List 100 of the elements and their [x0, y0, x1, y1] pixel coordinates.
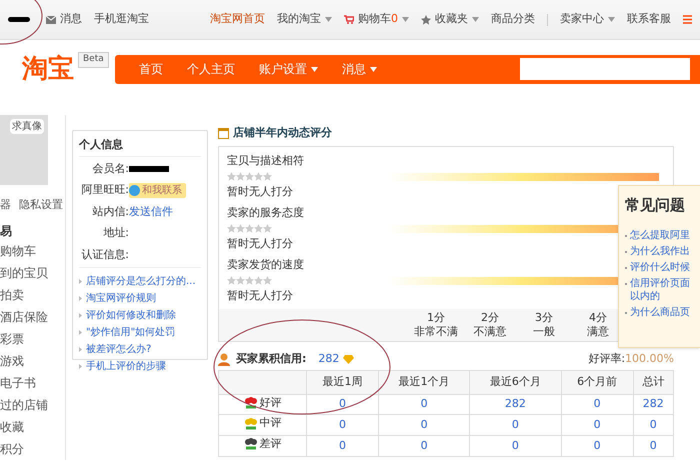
scale-meaning: 不满意: [474, 324, 506, 338]
mail-icon: [46, 16, 56, 24]
top-nav-link[interactable]: 消息: [46, 11, 82, 28]
rate-value: 100.00%: [625, 351, 674, 368]
sidebar-link[interactable]: 器: [0, 197, 11, 214]
bullet-icon: [79, 279, 82, 284]
sidebar-item[interactable]: 电子书: [0, 372, 65, 394]
top-nav-link[interactable]: 联系客服: [627, 11, 671, 28]
field-label: 阿里旺旺:: [80, 182, 129, 198]
star-icon: [254, 276, 263, 285]
credit-label: 买家累积信用:: [236, 351, 306, 368]
caret-icon: [472, 17, 479, 22]
star-icon: [245, 224, 254, 233]
rating-label: 卖家发货的速度: [227, 256, 305, 272]
faq-link[interactable]: 评价什么时候: [630, 260, 690, 274]
rating-status: 暂时无人打分: [227, 288, 294, 304]
diamond-icon: [343, 355, 354, 364]
panel-title: 个人信息: [79, 137, 201, 156]
row-label-cell: 差评: [218, 436, 306, 456]
top-nav-link[interactable]: 卖家中心: [560, 11, 615, 28]
table-cell: 0: [378, 394, 470, 415]
logo-text: 淘宝: [22, 56, 74, 82]
person-icon: [218, 353, 230, 366]
sidebar-item[interactable]: 拍卖: [0, 284, 65, 306]
rating-label: 宝贝与描述相符: [227, 152, 305, 168]
star-icon: [227, 172, 236, 181]
send-mail-link[interactable]: 发送信件: [129, 204, 173, 220]
field-label: 地址:: [102, 225, 129, 241]
faq-link[interactable]: 为什么我作出: [630, 244, 690, 258]
flower-icon: [244, 396, 258, 409]
star-icon: [245, 276, 254, 285]
row-label-cell: 好评: [218, 394, 306, 415]
redaction-mark: [8, 17, 30, 22]
chat-button[interactable]: 和我联系: [129, 182, 186, 198]
table-cell: 0: [561, 394, 634, 415]
help-link[interactable]: 被差评怎么办?: [79, 342, 201, 357]
caret-icon: [402, 17, 409, 22]
table-cell: 0: [306, 394, 378, 415]
star-icon: [254, 224, 263, 233]
table-cell: 282: [470, 394, 562, 415]
top-nav-link[interactable]: 商品分类: [491, 11, 535, 28]
help-link[interactable]: 淘宝网评价规则: [79, 291, 201, 306]
field-label: 会员名:: [91, 160, 129, 176]
top-nav-link[interactable]: 我的淘宝: [277, 11, 332, 28]
faq-link[interactable]: 怎么提取阿里: [630, 228, 690, 242]
column-header: 最近1周: [306, 370, 378, 394]
top-nav-link[interactable]: 手机逛淘宝: [94, 11, 149, 28]
star-icon: [254, 172, 263, 181]
scale-score: 1分: [427, 310, 445, 324]
bullet-icon: [79, 364, 82, 369]
column-header: 总计: [633, 370, 674, 394]
help-link[interactable]: 手机上评价的步骤: [79, 359, 201, 374]
sidebar-item[interactable]: 购物车: [0, 240, 65, 262]
table-cell: 0: [378, 436, 470, 456]
sidebar-item[interactable]: 酒店保险: [0, 306, 65, 328]
sidebar-item[interactable]: 积分: [0, 438, 65, 460]
sidebar-link[interactable]: 隐私设置: [19, 197, 63, 214]
scale-meaning: 非常不满: [414, 324, 458, 338]
search-field[interactable]: [520, 58, 690, 80]
flower-icon: [244, 418, 258, 430]
star-icon: [245, 172, 254, 181]
table-cell: 0: [378, 414, 470, 436]
faq-link[interactable]: 信用评价页面以内的: [630, 276, 690, 302]
redaction-mark: [129, 166, 169, 172]
help-link[interactable]: 评价如何修改和删除: [79, 308, 201, 323]
beta-badge: Beta: [78, 52, 109, 68]
star-icon: [236, 172, 245, 181]
caret-icon: [608, 17, 615, 22]
help-link[interactable]: "炒作信用"如何处罚: [79, 325, 201, 340]
column-header: 6个月前: [561, 370, 634, 394]
rating-status: 暂时无人打分: [227, 184, 294, 200]
table-cell: 0: [306, 436, 378, 456]
caret-icon: [325, 17, 332, 22]
rate-label: 好评率:: [588, 351, 626, 368]
top-nav-link[interactable]: 收藏夹: [421, 11, 479, 28]
star-icon: [227, 224, 236, 233]
cart-icon: [344, 15, 354, 24]
credit-score: 282: [318, 351, 340, 368]
bullet-icon: [79, 347, 82, 352]
faq-link[interactable]: 为什么商品页: [630, 306, 690, 318]
sidebar-item[interactable]: 到的宝贝: [0, 262, 65, 284]
help-link[interactable]: 店铺评分是怎么打分的...: [79, 274, 201, 289]
sidebar-item[interactable]: 彩票: [0, 328, 65, 350]
sidebar-item[interactable]: 收藏: [0, 416, 65, 438]
top-nav-link[interactable]: 淘宝网首页: [210, 11, 265, 28]
sidebar-item[interactable]: 过的店铺: [0, 394, 65, 416]
table-cell: 0: [306, 414, 378, 436]
menu-icon[interactable]: [683, 15, 692, 24]
shop-icon: [218, 128, 229, 139]
faq-title: 常见问题: [625, 195, 686, 216]
top-nav-link[interactable]: 购物车0: [344, 11, 409, 28]
star-icon: [263, 172, 272, 181]
table-cell: 0: [633, 414, 674, 436]
scale-meaning: 满意: [587, 324, 609, 338]
table-cell: 0: [561, 436, 634, 456]
table-cell: 0: [561, 414, 634, 436]
sidebar-item[interactable]: 游戏: [0, 350, 65, 372]
rating-status: 暂时无人打分: [227, 236, 294, 252]
table-cell: 0: [470, 436, 562, 456]
table-cell: 282: [633, 394, 674, 415]
